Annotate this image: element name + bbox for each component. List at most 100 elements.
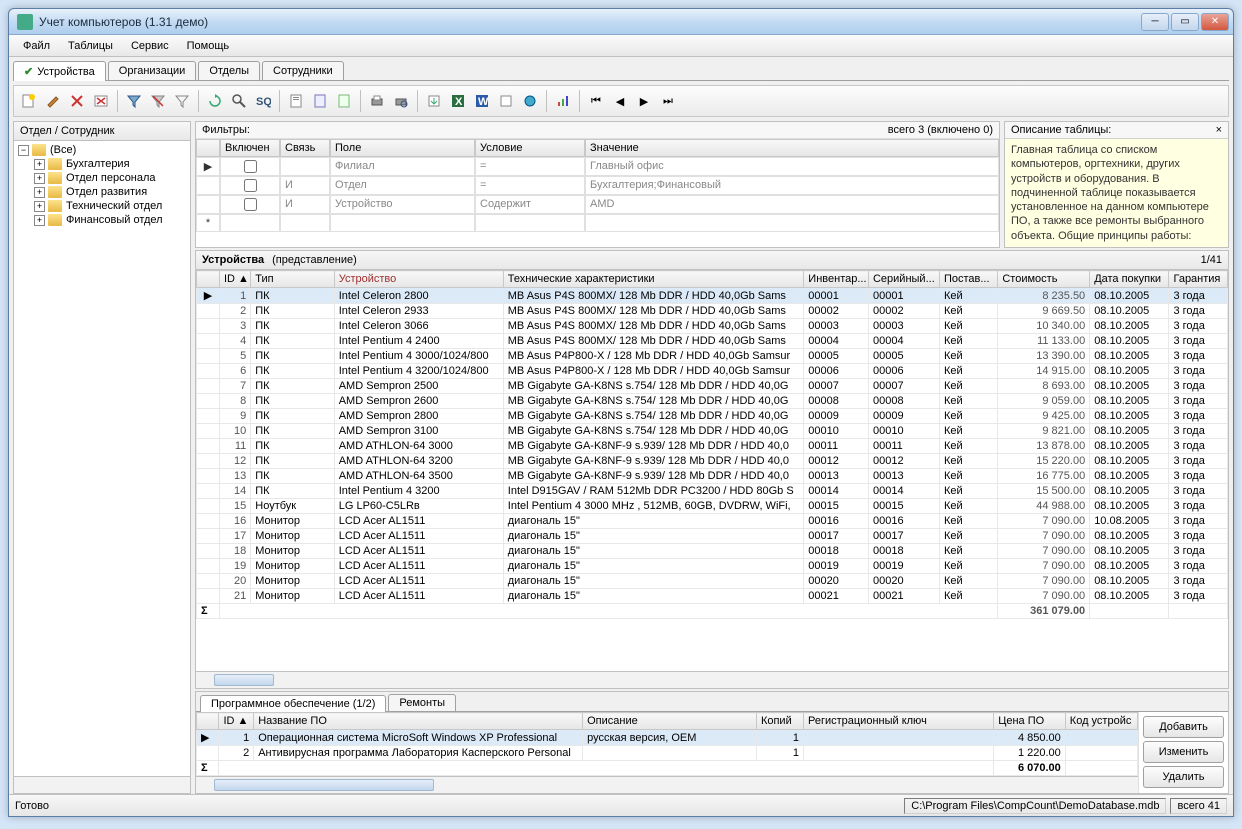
table-row[interactable]: 18МониторLCD Acer AL1511диагональ 15"000… — [197, 544, 1228, 559]
expand-icon[interactable]: + — [34, 159, 45, 170]
filter-value[interactable]: AMD — [585, 195, 999, 214]
device-col-header[interactable]: Гарантия — [1169, 271, 1228, 288]
tree-item[interactable]: +Отдел развития — [16, 185, 188, 199]
filter-field[interactable]: Отдел — [330, 176, 475, 195]
tab-orgs[interactable]: Организации — [108, 61, 197, 80]
filter-condition[interactable]: = — [475, 157, 585, 176]
filters-grid[interactable]: ВключенСвязьПолеУсловиеЗначение▶Филиал=Г… — [196, 139, 999, 232]
table-row[interactable]: 3ПКIntel Celeron 3066MB Asus P4S 800MX/ … — [197, 319, 1228, 334]
delete-button[interactable]: Удалить — [1143, 766, 1224, 788]
filter-relation[interactable] — [280, 214, 330, 232]
table-row[interactable]: 2ПКIntel Celeron 2933MB Asus P4S 800MX/ … — [197, 304, 1228, 319]
nav-first-icon[interactable]: ⏮ — [585, 90, 607, 112]
table-row[interactable]: ▶1ПКIntel Celeron 2800MB Asus P4S 800MX/… — [197, 288, 1228, 304]
add-button[interactable]: Добавить — [1143, 716, 1224, 738]
filter-enabled[interactable] — [220, 157, 280, 176]
new-icon[interactable] — [18, 90, 40, 112]
table-row[interactable]: 5ПКIntel Pentium 4 3000/1024/800MB Asus … — [197, 349, 1228, 364]
nav-next-icon[interactable]: ▶ — [633, 90, 655, 112]
table-row[interactable]: ▶1Операционная система MicroSoft Windows… — [197, 730, 1138, 746]
filter-enabled[interactable] — [220, 176, 280, 195]
software-col-header[interactable]: Код устройс — [1065, 713, 1137, 730]
filter-off-icon[interactable] — [147, 90, 169, 112]
print-icon[interactable] — [366, 90, 388, 112]
nav-last-icon[interactable]: ⏭ — [657, 90, 679, 112]
refresh-icon[interactable] — [204, 90, 226, 112]
table-row[interactable]: 19МониторLCD Acer AL1511диагональ 15"000… — [197, 559, 1228, 574]
sql-icon[interactable]: SQL — [252, 90, 274, 112]
filter-condition[interactable]: = — [475, 176, 585, 195]
filter-relation[interactable]: И — [280, 176, 330, 195]
expand-icon[interactable]: + — [34, 215, 45, 226]
table-row[interactable]: 11ПКAMD ATHLON-64 3000MB Gigabyte GA-K8N… — [197, 439, 1228, 454]
filter-enabled[interactable] — [220, 195, 280, 214]
filter-relation[interactable]: И — [280, 195, 330, 214]
filter-condition[interactable]: Содержит — [475, 195, 585, 214]
print-preview-icon[interactable] — [390, 90, 412, 112]
table-row[interactable]: 9ПКAMD Sempron 2800MB Gigabyte GA-K8NS s… — [197, 409, 1228, 424]
filter-field[interactable]: Филиал — [330, 157, 475, 176]
filter-col-header[interactable]: Поле — [330, 139, 475, 157]
filter-field[interactable]: Устройство — [330, 195, 475, 214]
expand-icon[interactable]: + — [34, 201, 45, 212]
report-icon[interactable] — [285, 90, 307, 112]
software-col-header[interactable]: Описание — [583, 713, 757, 730]
table-row[interactable]: 20МониторLCD Acer AL1511диагональ 15"000… — [197, 574, 1228, 589]
html-icon[interactable] — [495, 90, 517, 112]
filter-col-header[interactable]: Значение — [585, 139, 999, 157]
tree-item[interactable]: +Отдел персонала — [16, 171, 188, 185]
software-hscroll[interactable] — [196, 776, 1138, 793]
delete-all-icon[interactable] — [90, 90, 112, 112]
tree-root[interactable]: −(Все) — [16, 143, 188, 157]
device-col-header[interactable]: Технические характеристики — [503, 271, 804, 288]
tree-item[interactable]: +Технический отдел — [16, 199, 188, 213]
software-col-header[interactable]: Цена ПО — [994, 713, 1066, 730]
edit-button[interactable]: Изменить — [1143, 741, 1224, 763]
table-row[interactable]: 7ПКAMD Sempron 2500MB Gigabyte GA-K8NS s… — [197, 379, 1228, 394]
software-col-header[interactable]: Регистрационный ключ — [803, 713, 993, 730]
edit-icon[interactable] — [42, 90, 64, 112]
table-row[interactable]: 17МониторLCD Acer AL1511диагональ 15"000… — [197, 529, 1228, 544]
filter-col-header[interactable]: Связь — [280, 139, 330, 157]
tab-depts[interactable]: Отделы — [198, 61, 260, 80]
export-icon[interactable] — [423, 90, 445, 112]
filter-field[interactable] — [330, 214, 475, 232]
filter-value[interactable] — [585, 214, 999, 232]
maximize-button[interactable]: ▭ — [1171, 13, 1199, 31]
device-col-header[interactable]: Серийный... — [868, 271, 939, 288]
table-row[interactable]: 14ПКIntel Pentium 4 3200Intel D915GAV / … — [197, 484, 1228, 499]
sub-tab-repairs[interactable]: Ремонты — [388, 694, 456, 711]
filter-enabled[interactable] — [220, 214, 280, 232]
filter-col-header[interactable]: Условие — [475, 139, 585, 157]
ie-icon[interactable] — [519, 90, 541, 112]
filter-value[interactable]: Бухгалтерия;Финансовый — [585, 176, 999, 195]
excel-icon[interactable]: X — [447, 90, 469, 112]
table-row[interactable]: 21МониторLCD Acer AL1511диагональ 15"000… — [197, 589, 1228, 604]
filter-relation[interactable] — [280, 157, 330, 176]
filter-col-header[interactable]: Включен — [220, 139, 280, 157]
menu-file[interactable]: Файл — [15, 38, 58, 54]
tree-item[interactable]: +Финансовый отдел — [16, 213, 188, 227]
software-grid[interactable]: ID ▲Название ПООписаниеКопийРегистрацион… — [196, 712, 1138, 776]
close-button[interactable]: ✕ — [1201, 13, 1229, 31]
table-row[interactable]: 6ПКIntel Pentium 4 3200/1024/800MB Asus … — [197, 364, 1228, 379]
device-col-header[interactable]: Постав... — [939, 271, 997, 288]
collapse-icon[interactable]: − — [18, 145, 29, 156]
device-col-header[interactable]: Инвентар... — [804, 271, 869, 288]
device-col-header[interactable]: Тип — [251, 271, 334, 288]
nav-prev-icon[interactable]: ◀ — [609, 90, 631, 112]
menu-service[interactable]: Сервис — [123, 38, 177, 54]
find-icon[interactable] — [228, 90, 250, 112]
report3-icon[interactable] — [333, 90, 355, 112]
table-row[interactable]: 16МониторLCD Acer AL1511диагональ 15"000… — [197, 514, 1228, 529]
tree-item[interactable]: +Бухгалтерия — [16, 157, 188, 171]
close-icon[interactable]: × — [1216, 124, 1222, 136]
tree-hscroll[interactable] — [14, 776, 190, 793]
devices-grid[interactable]: ID ▲ТипУстройствоТехнические характерист… — [196, 270, 1228, 619]
report2-icon[interactable] — [309, 90, 331, 112]
table-row[interactable]: 12ПКAMD ATHLON-64 3200MB Gigabyte GA-K8N… — [197, 454, 1228, 469]
titlebar[interactable]: Учет компьютеров (1.31 демо) ─ ▭ ✕ — [9, 9, 1233, 35]
device-col-header[interactable] — [197, 271, 220, 288]
device-col-header[interactable]: Устройство — [334, 271, 503, 288]
filter-condition[interactable] — [475, 214, 585, 232]
